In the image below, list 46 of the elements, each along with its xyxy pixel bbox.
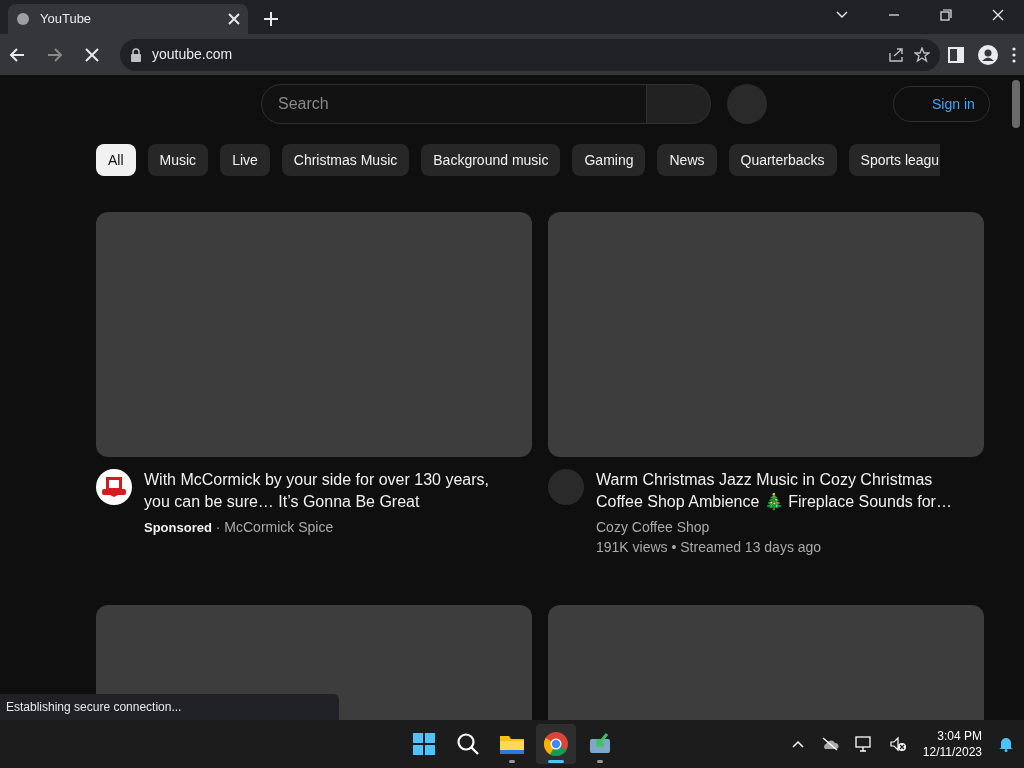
restore-icon[interactable] bbox=[939, 8, 953, 22]
cloud-off-icon[interactable] bbox=[820, 737, 839, 751]
category-chip[interactable]: Sports leagu bbox=[848, 144, 940, 176]
forward-icon[interactable] bbox=[46, 45, 64, 64]
video-meta: Sponsored · McCormick Spice bbox=[144, 518, 335, 537]
video-meta: 191K views • Streamed 13 days ago bbox=[596, 538, 823, 557]
category-chip[interactable]: News bbox=[657, 144, 717, 176]
profile-icon[interactable] bbox=[978, 44, 998, 65]
thumbnail-placeholder[interactable] bbox=[548, 212, 984, 457]
start-icon bbox=[411, 731, 437, 757]
category-chip[interactable]: Background music bbox=[421, 144, 561, 176]
close-icon[interactable] bbox=[991, 8, 1005, 22]
category-chip[interactable]: Gaming bbox=[572, 144, 646, 176]
browser-icon bbox=[543, 731, 569, 757]
bell-icon[interactable] bbox=[998, 736, 1014, 752]
clock[interactable]: 3:04 PM 12/11/2023 bbox=[922, 728, 982, 760]
url-text: youtube.com bbox=[152, 45, 234, 64]
stop-icon[interactable] bbox=[84, 46, 100, 63]
menu-icon[interactable] bbox=[1012, 46, 1016, 63]
thumbnail-placeholder[interactable] bbox=[96, 212, 532, 457]
browser-tab[interactable]: YouTube bbox=[8, 4, 248, 34]
back-icon[interactable] bbox=[8, 45, 26, 64]
taskbar-app[interactable] bbox=[536, 724, 576, 764]
search-icon bbox=[455, 731, 481, 757]
close-icon[interactable] bbox=[228, 13, 240, 25]
category-chip[interactable]: Music bbox=[147, 144, 209, 176]
address-bar[interactable]: youtube.com bbox=[120, 38, 940, 71]
category-chip[interactable]: All bbox=[96, 144, 136, 176]
video-title[interactable]: Warm Christmas Jazz Music in Cozy Christmas Coffee Shop Ambience 🎄 Fireplace Sounds for… bbox=[596, 469, 966, 513]
video-meta: Cozy Coffee Shop bbox=[596, 518, 711, 537]
video-title[interactable]: With McCormick by your side for over 130 years, you can be sure… It’s Gonna Be Great bbox=[144, 469, 514, 513]
lock-icon bbox=[130, 47, 142, 62]
share-icon[interactable] bbox=[888, 46, 904, 63]
side-panel-icon[interactable] bbox=[948, 46, 964, 63]
category-chip[interactable]: Christmas Music bbox=[281, 144, 410, 176]
star-icon[interactable] bbox=[914, 46, 930, 63]
scrollbar-thumb[interactable] bbox=[1012, 80, 1020, 128]
category-chip[interactable]: Live bbox=[220, 144, 270, 176]
status-tooltip: Establishing secure connection... bbox=[0, 694, 339, 720]
new-tab-icon[interactable] bbox=[264, 12, 278, 26]
search-field[interactable]: Search bbox=[261, 84, 647, 124]
network-icon[interactable] bbox=[854, 736, 873, 752]
volume-muted-icon[interactable] bbox=[888, 736, 907, 752]
tab-title: YouTube bbox=[40, 10, 93, 29]
brand-logo-icon[interactable] bbox=[96, 469, 132, 505]
category-chip[interactable]: Quarterbacks bbox=[728, 144, 837, 176]
